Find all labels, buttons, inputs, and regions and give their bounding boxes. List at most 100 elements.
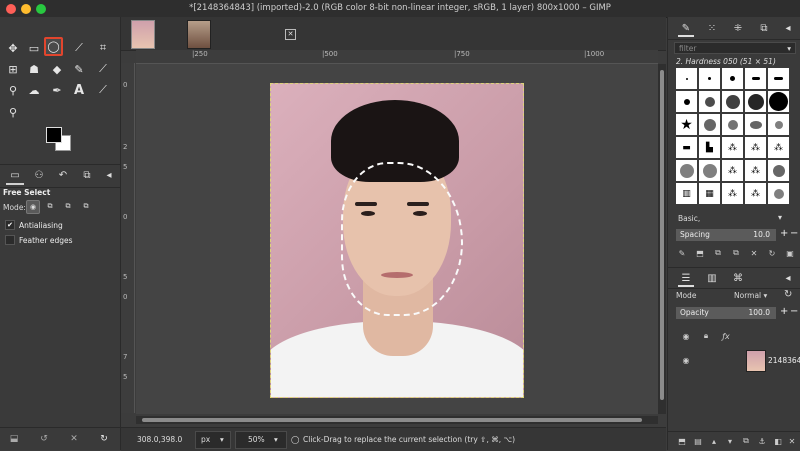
raise-layer-icon[interactable]: ▴ — [708, 435, 720, 447]
eraser-tool-icon[interactable]: ⟋ — [94, 60, 112, 78]
device-status-tab[interactable]: ⚇ — [30, 168, 48, 183]
mask-layer-icon[interactable]: ◧ — [772, 435, 784, 447]
paths-tab[interactable]: ⌘ — [730, 271, 746, 285]
effects-icon[interactable]: ƒx — [720, 330, 732, 342]
restore-tool-preset-icon[interactable]: ↺ — [38, 433, 50, 445]
brush-item[interactable]: ▥ — [676, 183, 697, 204]
tab-menu-icon[interactable]: ◂ — [100, 168, 118, 183]
brush-item[interactable] — [676, 68, 697, 89]
undo-history-tab[interactable]: ↶ — [54, 168, 72, 183]
edit-brush-icon[interactable]: ✎ — [676, 247, 688, 259]
image-layer-photo[interactable] — [270, 83, 524, 398]
new-layer-group-icon[interactable]: ▤ — [692, 435, 704, 447]
unit-select[interactable]: px ▾ — [195, 431, 231, 449]
dock-tab-menu-icon[interactable]: ◂ — [780, 21, 796, 35]
plus-icon[interactable]: + — [780, 306, 788, 317]
brush-item[interactable] — [699, 68, 720, 89]
new-brush-icon[interactable]: ⬒ — [694, 247, 706, 259]
layers-tab[interactable]: ☰ — [678, 271, 694, 287]
brush-item[interactable]: ⁂ — [722, 183, 743, 204]
brush-item[interactable]: ▙ — [699, 137, 720, 158]
channels-tab[interactable]: ▥ — [704, 271, 720, 285]
brush-item[interactable] — [768, 91, 789, 112]
switch-mode-icon[interactable]: ↻ — [784, 289, 792, 300]
minus-icon[interactable]: − — [790, 306, 798, 317]
antialiasing-option[interactable]: ✔ Antialiasing — [5, 220, 63, 230]
brush-item[interactable] — [745, 91, 766, 112]
layer-mode-select[interactable]: Normal ▾ — [734, 291, 767, 300]
zoom-select[interactable]: 50% ▾ — [235, 431, 287, 449]
brush-item[interactable]: ▦ — [699, 183, 720, 204]
brush-item[interactable]: ★ — [676, 114, 697, 135]
brush-item[interactable]: ⁂ — [745, 183, 766, 204]
paintbrush-tool-icon[interactable]: ✎ — [70, 60, 88, 78]
delete-brush-icon[interactable]: ✕ — [748, 247, 760, 259]
brush-item[interactable] — [722, 91, 743, 112]
brush-item[interactable]: ⁂ — [722, 160, 743, 181]
move-tool-icon[interactable]: ✥ — [4, 39, 22, 57]
feather-edges-checkbox[interactable] — [5, 235, 15, 245]
fuzzy-select-tool-icon[interactable]: ⟋ — [70, 39, 88, 57]
brush-item[interactable] — [768, 160, 789, 181]
eye-icon[interactable]: ◉ — [680, 330, 692, 342]
layer-visibility-eye-icon[interactable]: ◉ — [680, 354, 692, 366]
tool-presets-tab[interactable]: ⧉ — [756, 21, 772, 35]
brush-filter-input[interactable]: filter ▾ — [674, 42, 796, 54]
image-tab-thumbnail-1[interactable] — [131, 20, 155, 49]
layers-tab-menu-icon[interactable]: ◂ — [780, 271, 796, 285]
brush-item[interactable] — [676, 91, 697, 112]
brushes-tab[interactable]: ✎ — [678, 21, 694, 37]
open-brush-as-image-icon[interactable]: ▣ — [784, 247, 796, 259]
brush-item[interactable] — [722, 114, 743, 135]
minus-icon[interactable]: − — [790, 228, 798, 239]
foreground-color-swatch[interactable] — [46, 127, 62, 143]
bucket-fill-tool-icon[interactable]: ◆ — [48, 60, 66, 78]
images-tab[interactable]: ⧉ — [78, 168, 96, 183]
image-tab-thumbnail-2[interactable] — [187, 20, 211, 49]
brush-item[interactable] — [699, 160, 720, 181]
anchor-layer-icon[interactable]: ⚓ — [756, 435, 768, 447]
lock-icon[interactable]: 🔒︎ — [700, 330, 712, 342]
rect-select-tool-icon[interactable]: ▭ — [25, 39, 43, 57]
refresh-brushes-icon[interactable]: ↻ — [766, 247, 778, 259]
vertical-scroll-thumb[interactable] — [660, 70, 664, 400]
lower-layer-icon[interactable]: ▾ — [724, 435, 736, 447]
layer-opacity-slider[interactable]: Opacity 100.0 — [676, 307, 776, 319]
zoom-tool-icon[interactable]: ⚲ — [4, 103, 22, 121]
duplicate-brush-icon[interactable]: ⧉ — [712, 247, 724, 259]
new-layer-icon[interactable]: ⬒ — [676, 435, 688, 447]
plus-icon[interactable]: + — [780, 228, 788, 239]
vertical-scrollbar[interactable] — [658, 64, 666, 414]
clone-tool-icon[interactable]: ⚲ — [4, 81, 22, 99]
brush-item[interactable]: ⁂ — [745, 137, 766, 158]
chevron-down-icon[interactable]: ▾ — [778, 213, 782, 222]
brush-item[interactable] — [768, 114, 789, 135]
mode-replace-button[interactable]: ◉ — [26, 200, 40, 214]
horizontal-scrollbar[interactable] — [136, 416, 658, 424]
copy-brush-location-icon[interactable]: ⧉ — [730, 247, 742, 259]
save-tool-preset-icon[interactable]: ⬓ — [8, 433, 20, 445]
crop-tool-icon[interactable]: ⌗ — [94, 39, 112, 57]
mode-intersect-button[interactable]: ⧉ — [80, 200, 92, 212]
tool-options-tab[interactable]: ▭ — [6, 168, 24, 185]
free-select-tool-icon[interactable]: ◯ — [44, 37, 63, 56]
brush-preset-row[interactable]: Basic, — [678, 214, 700, 223]
smudge-tool-icon[interactable]: ☁ — [25, 81, 43, 99]
brush-item[interactable] — [745, 114, 766, 135]
duplicate-layer-icon[interactable]: ⧉ — [740, 435, 752, 447]
unified-transform-tool-icon[interactable]: ⊞ — [4, 60, 22, 78]
antialiasing-checkbox[interactable]: ✔ — [5, 220, 15, 230]
path-tool-icon[interactable]: ✒ — [48, 81, 66, 99]
brush-item[interactable] — [768, 68, 789, 89]
mode-subtract-button[interactable]: ⧉ — [62, 200, 74, 212]
patterns-tab[interactable]: ⁙ — [704, 21, 720, 35]
vertical-ruler[interactable]: 0 2 5 0 5 0 7 5 — [121, 63, 135, 413]
brush-item[interactable] — [768, 183, 789, 204]
layer-item[interactable]: ◉ 21483648 — [676, 348, 800, 372]
mode-add-button[interactable]: ⧉ — [44, 200, 56, 212]
close-image-tab-icon[interactable]: ✕ — [285, 29, 296, 40]
brush-item[interactable]: ⁂ — [768, 137, 789, 158]
warp-transform-tool-icon[interactable]: ☗ — [25, 60, 43, 78]
brush-item[interactable] — [722, 68, 743, 89]
horizontal-scroll-thumb[interactable] — [142, 418, 642, 422]
